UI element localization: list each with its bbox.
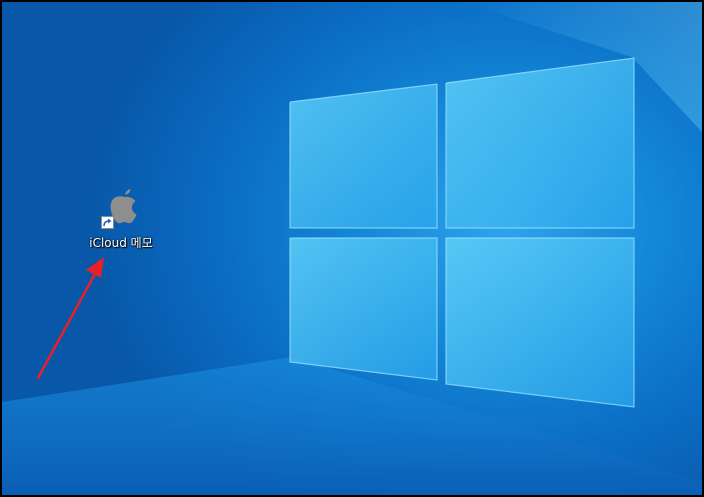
windows-logo — [289, 57, 635, 408]
desktop-icon-icloud-notes[interactable]: iCloud 메모 — [78, 184, 164, 251]
shortcut-arrow-icon — [101, 216, 114, 229]
icon-graphic — [97, 184, 145, 232]
desktop: iCloud 메모 — [0, 0, 704, 497]
desktop-icon-label: iCloud 메모 — [89, 236, 153, 250]
